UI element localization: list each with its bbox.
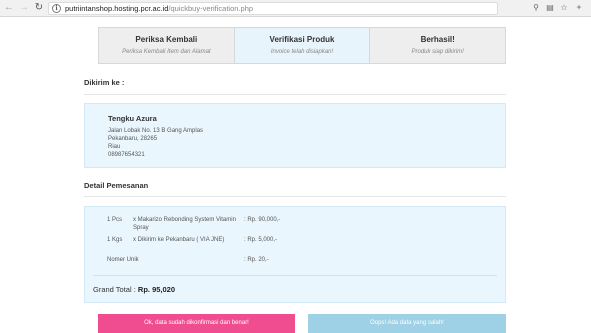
back-arrow-icon[interactable]: ←	[3, 2, 15, 14]
divider	[93, 275, 497, 276]
page-icon[interactable]: ▤	[545, 3, 555, 13]
step-title: Verifikasi Produk	[269, 35, 335, 44]
extension-icon[interactable]: ✦	[574, 3, 584, 13]
step-verifikasi-produk: Verifikasi Produk Invoice telah disiapka…	[234, 28, 371, 63]
order-heading: Detail Pemesanan	[84, 181, 149, 190]
divider	[84, 196, 506, 197]
checkout-steps: Periksa Kembali Periksa Kembali Item dan…	[98, 27, 506, 64]
grand-total-label: Grand Total :	[93, 285, 136, 294]
step-subtitle: Produk siap dikirim!	[411, 49, 464, 55]
address-bar[interactable]: i putriintanshop.hosting.pcr.ac.id/quick…	[48, 2, 498, 15]
address-city: Pekanbaru, 28265	[108, 136, 158, 142]
forward-arrow-icon[interactable]: →	[18, 2, 30, 14]
shipping-heading: Dikirim ke :	[84, 78, 125, 87]
shipping-address-box: Tengku Azura Jalan Lobak No. 13 B Gang A…	[84, 103, 506, 168]
step-title: Berhasil!	[420, 35, 455, 44]
item-qty: 1 Kgs	[107, 237, 123, 243]
info-icon[interactable]: i	[52, 4, 61, 13]
step-berhasil: Berhasil! Produk siap dikirim!	[370, 28, 506, 63]
address-province: Riau	[108, 144, 121, 150]
grand-total: Grand Total : Rp. 95,020	[93, 285, 175, 295]
step-periksa-kembali: Periksa Kembali Periksa Kembali Item dan…	[99, 28, 235, 63]
recipient-phone: 08987654321	[108, 152, 145, 158]
browser-toolbar: ← → ↻ i putriintanshop.hosting.pcr.ac.id…	[0, 0, 591, 17]
zoom-icon[interactable]: ⚲	[531, 3, 541, 13]
step-subtitle: Periksa Kembali Item dan Alamat	[122, 49, 211, 55]
star-icon[interactable]: ☆	[559, 3, 569, 13]
confirm-button[interactable]: Ok, data sudah dikonfirmasi dan benar!	[98, 314, 295, 333]
item-desc: x Makarizo Rebonding System Vitamin Spra…	[133, 217, 236, 231]
url-host: putriintanshop.hosting.pcr.ac.id	[65, 4, 169, 13]
step-subtitle: Invoice telah disiapkan!	[270, 49, 334, 55]
item-qty: 1 Pcs	[107, 217, 123, 223]
recipient-name: Tengku Azura	[108, 114, 157, 123]
url-text: putriintanshop.hosting.pcr.ac.id/quickbu…	[65, 4, 253, 14]
url-path: /quickbuy-verification.php	[168, 4, 254, 13]
divider	[84, 94, 506, 95]
grand-total-value: Rp. 95,020	[137, 285, 176, 294]
address-line: Jalan Lobak No. 13 B Gang Amplas	[108, 128, 204, 134]
item-desc: x Dikirim ke Pekanbaru ( VIA JNE)	[133, 237, 225, 243]
reload-icon[interactable]: ↻	[33, 2, 45, 14]
item-price: : Rp. 20,-	[244, 257, 269, 263]
data-wrong-button[interactable]: Oops! Ada data yang salah!	[308, 314, 506, 333]
order-detail-box: 1 Pcs x Makarizo Rebonding System Vitami…	[84, 206, 506, 303]
item-price: : Rp. 90,000,-	[244, 217, 281, 223]
item-qty: Nomer Unik	[107, 257, 139, 263]
item-price: : Rp. 5,000,-	[244, 237, 278, 243]
step-title: Periksa Kembali	[135, 35, 198, 44]
